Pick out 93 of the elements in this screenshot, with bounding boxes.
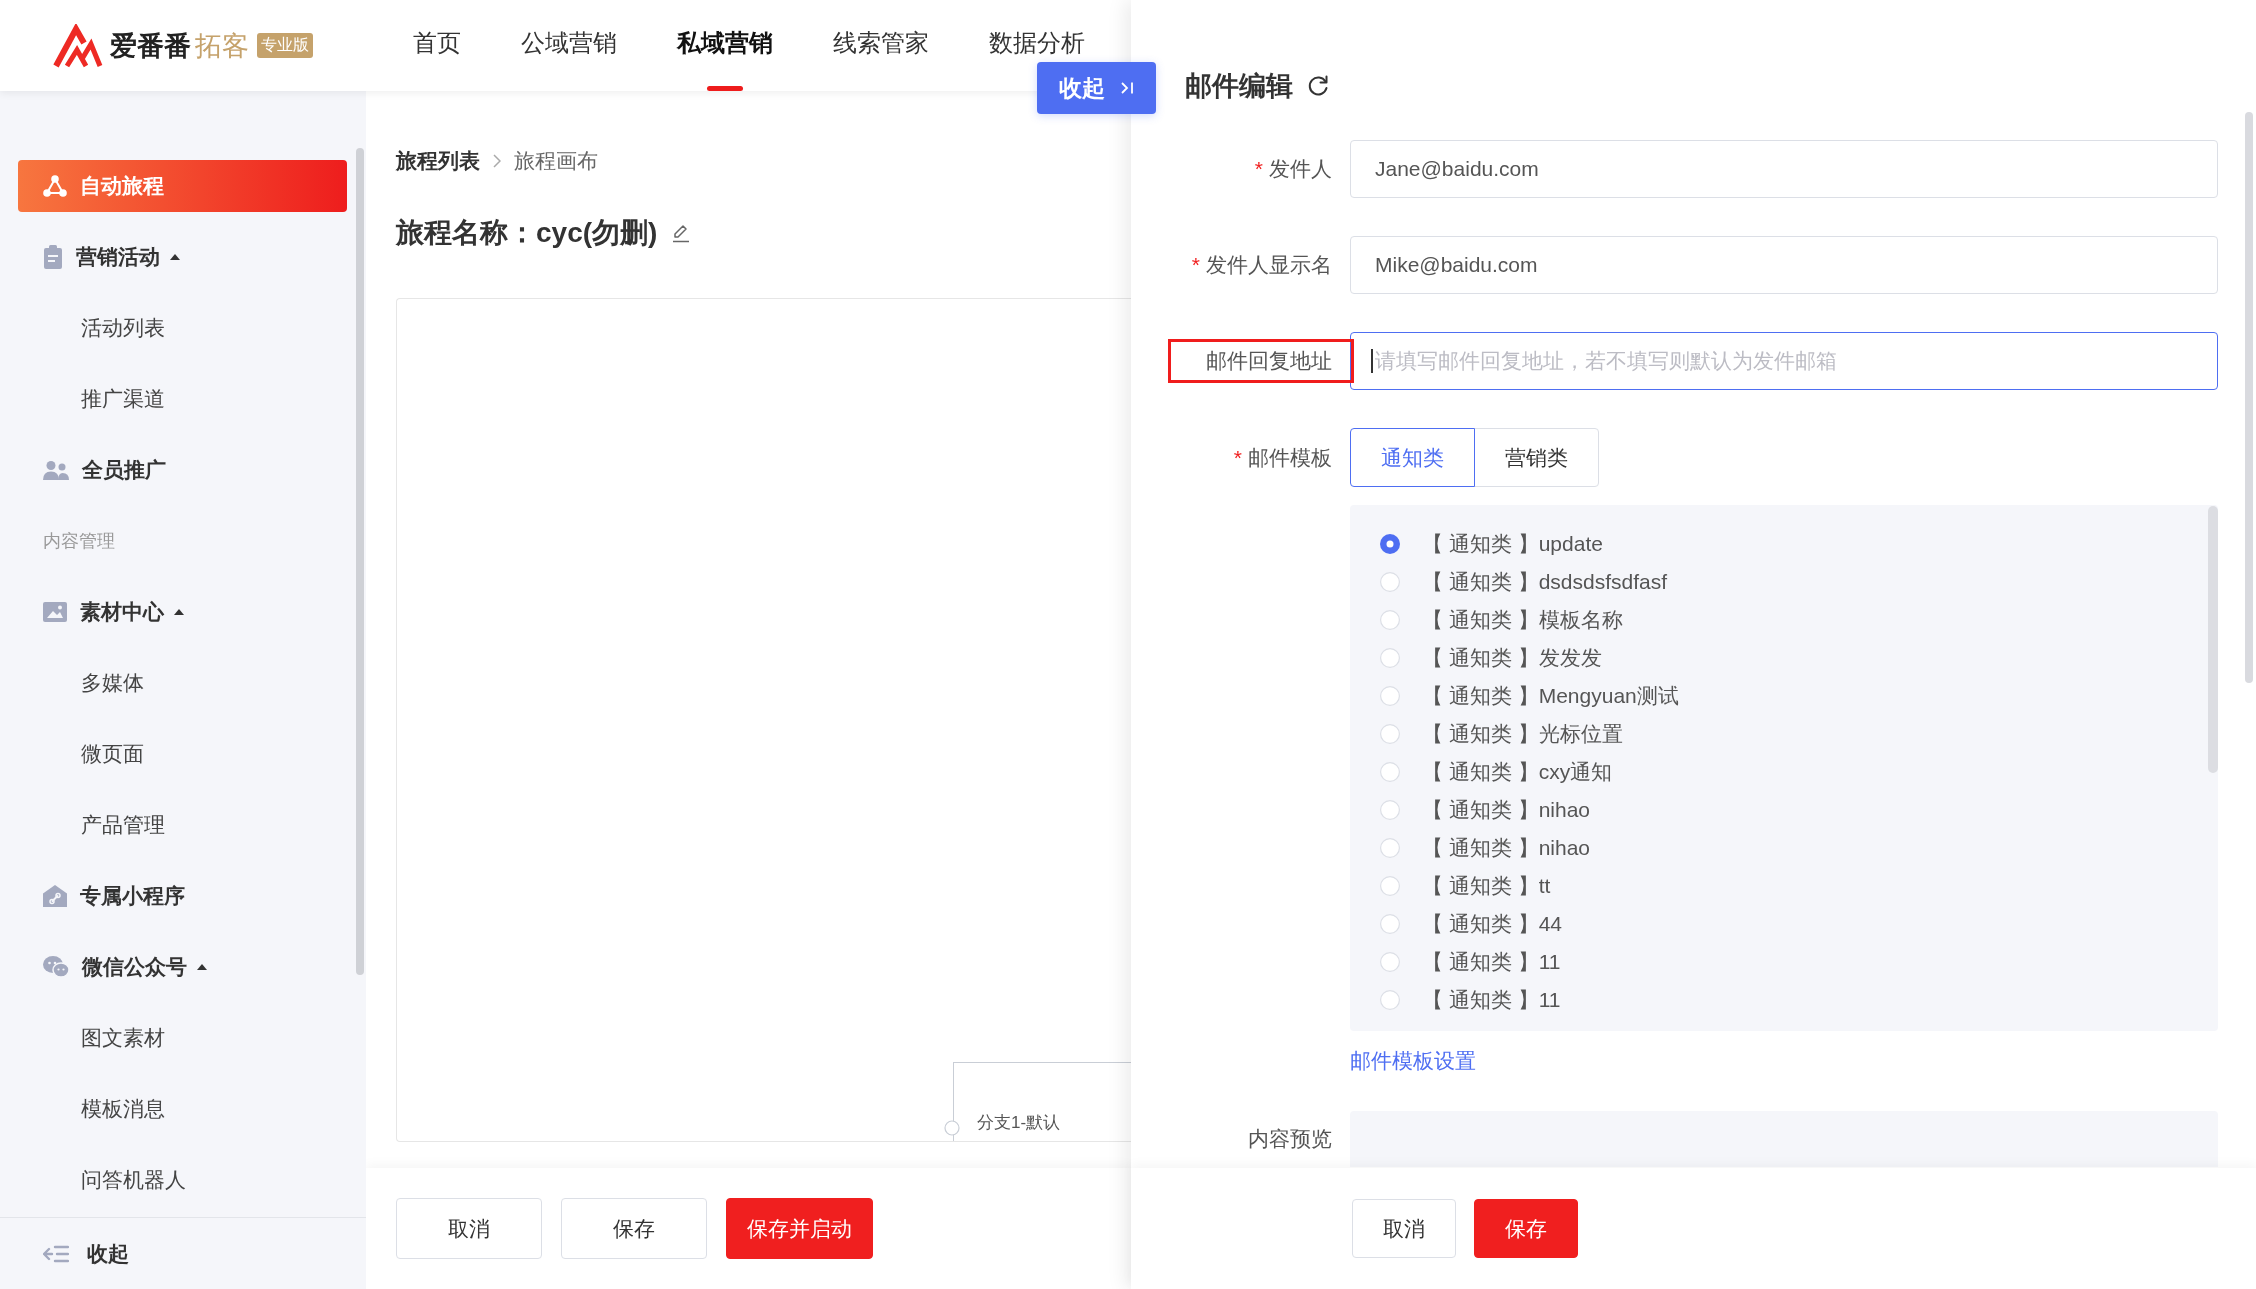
- radio-icon[interactable]: [1380, 610, 1400, 630]
- sidebar-item[interactable]: 活动列表: [18, 302, 347, 354]
- field-label: * 发件人: [1254, 156, 1332, 182]
- sidebar-item[interactable]: 推广渠道: [18, 373, 347, 425]
- sidebar-item[interactable]: 营销活动: [18, 231, 347, 283]
- template-option[interactable]: 【 通知类 】光标位置: [1350, 715, 1623, 753]
- logo-product-text: 拓客: [195, 29, 249, 63]
- template-type-tab[interactable]: 营销类: [1474, 428, 1599, 487]
- input-field[interactable]: Jane@baidu.com: [1350, 140, 2218, 198]
- field-label: 内容预览: [1248, 1126, 1332, 1152]
- radio-icon[interactable]: [1380, 838, 1400, 858]
- nav-tab[interactable]: 首页: [413, 28, 461, 58]
- house-icon: [43, 885, 67, 907]
- collapse-button[interactable]: 收起: [1037, 62, 1156, 114]
- clipboard-icon: [43, 245, 63, 269]
- secondary-button[interactable]: 取消: [1352, 1199, 1456, 1258]
- template-type-tab[interactable]: 通知类: [1350, 428, 1475, 487]
- radio-icon[interactable]: [1380, 762, 1400, 782]
- template-option[interactable]: 【 通知类 】11: [1350, 943, 1561, 981]
- logo-icon: [53, 23, 103, 68]
- sidebar-item[interactable]: 产品管理: [18, 799, 347, 851]
- breadcrumb-link[interactable]: 旅程列表: [396, 147, 480, 175]
- template-settings-link[interactable]: 邮件模板设置: [1350, 1047, 1476, 1075]
- nav-tab[interactable]: 数据分析: [989, 28, 1085, 58]
- sidebar-item[interactable]: 问答机器人: [18, 1154, 347, 1206]
- sidebar-item[interactable]: 全员推广: [18, 444, 347, 496]
- chevron-right-icon: [493, 154, 501, 168]
- people-icon: [43, 460, 69, 480]
- scrollbar-thumb[interactable]: [2208, 506, 2218, 773]
- scrollbar-thumb[interactable]: [2245, 112, 2253, 683]
- journey-title: 旅程名称：cyc(勿删): [396, 216, 658, 250]
- field-label: * 邮件模板: [1233, 444, 1332, 471]
- node-label: 分支1-默认: [977, 1112, 1061, 1134]
- tab-underline: [707, 86, 743, 91]
- template-option[interactable]: 【 通知类 】update: [1350, 525, 1603, 563]
- secondary-button[interactable]: 取消: [396, 1198, 542, 1259]
- radio-icon[interactable]: [1380, 800, 1400, 820]
- template-option[interactable]: 【 通知类 】发发发: [1350, 639, 1602, 677]
- sidebar-item[interactable]: 图文素材: [18, 1012, 347, 1064]
- radio-icon[interactable]: [1380, 724, 1400, 744]
- template-option[interactable]: 【 通知类 】模板名称: [1350, 601, 1623, 639]
- radio-icon[interactable]: [1380, 876, 1400, 896]
- branch-node[interactable]: 分支1-默认: [953, 1062, 1131, 1141]
- sidebar-item[interactable]: 微信公众号: [18, 941, 347, 993]
- chat-bubbles-icon: [43, 956, 69, 978]
- nodes-icon: [43, 175, 67, 197]
- nav-tab[interactable]: 线索管家: [833, 28, 929, 58]
- secondary-button[interactable]: 保存: [561, 1198, 707, 1259]
- radio-icon[interactable]: [1380, 990, 1400, 1010]
- required-mark: *: [1233, 445, 1242, 469]
- text-cursor-icon: [1371, 349, 1373, 373]
- field-label: * 发件人显示名: [1191, 252, 1332, 278]
- collapse-icon: [43, 1244, 69, 1263]
- port-icon[interactable]: [944, 1120, 960, 1136]
- section-label: 内容管理: [42, 530, 116, 553]
- scrollbar-thumb[interactable]: [356, 148, 364, 975]
- primary-button[interactable]: 保存并启动: [726, 1198, 873, 1259]
- sidebar-item[interactable]: 微页面: [18, 728, 347, 780]
- required-mark: *: [1254, 157, 1263, 180]
- template-option[interactable]: 【 通知类 】nihao: [1350, 791, 1591, 829]
- edit-icon[interactable]: [671, 223, 692, 243]
- required-mark: *: [1191, 253, 1200, 276]
- primary-button[interactable]: 保存: [1474, 1199, 1578, 1258]
- breadcrumb-current: 旅程画布: [514, 148, 598, 174]
- sidebar-collapse[interactable]: 收起: [0, 1218, 366, 1289]
- template-option[interactable]: 【 通知类 】dsdsdsfsdfasf: [1350, 563, 1668, 601]
- template-option[interactable]: 【 通知类 】tt: [1350, 867, 1551, 905]
- template-option[interactable]: 【 通知类 】11: [1350, 981, 1561, 1019]
- template-option[interactable]: 【 通知类 】cxy通知: [1350, 753, 1613, 791]
- template-option[interactable]: 【 通知类 】nihao: [1350, 829, 1591, 867]
- refresh-icon[interactable]: [1307, 75, 1329, 97]
- radio-icon[interactable]: [1380, 952, 1400, 972]
- radio-icon[interactable]: [1380, 572, 1400, 592]
- radio-icon[interactable]: [1380, 914, 1400, 934]
- template-option[interactable]: 【 通知类 】Mengyuan测试: [1350, 677, 1679, 715]
- image-icon: [43, 602, 67, 622]
- nav-tab[interactable]: 公域营销: [521, 28, 617, 58]
- field-label: 邮件回复地址: [1206, 348, 1332, 374]
- sidebar-item[interactable]: 模板消息: [18, 1083, 347, 1135]
- logo-text: 爱番番: [110, 29, 191, 63]
- sidebar-item[interactable]: 素材中心: [18, 586, 347, 638]
- drawer-title: 邮件编辑: [1185, 70, 1293, 103]
- nav-tab[interactable]: 私域营销: [677, 28, 773, 91]
- sidebar-item[interactable]: 专属小程序: [18, 870, 347, 922]
- radio-icon[interactable]: [1380, 648, 1400, 668]
- sidebar-item[interactable]: 多媒体: [18, 657, 347, 709]
- radio-icon[interactable]: [1380, 686, 1400, 706]
- input-field[interactable]: 请填写邮件回复地址，若不填写则默认为发件邮箱: [1350, 332, 2218, 390]
- radio-icon[interactable]: [1380, 534, 1400, 554]
- edition-badge: 专业版: [257, 33, 313, 58]
- template-option[interactable]: 【 通知类 】44: [1350, 905, 1563, 943]
- collapse-right-icon: [1118, 80, 1135, 96]
- input-field[interactable]: Mike@baidu.com: [1350, 236, 2218, 294]
